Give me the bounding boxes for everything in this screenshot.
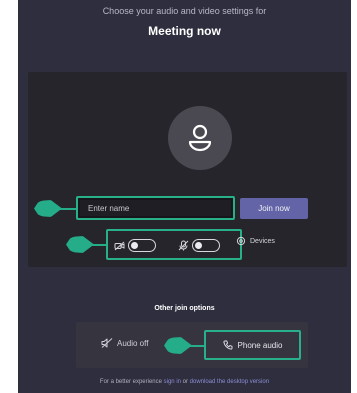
mic-toggle[interactable]	[192, 239, 220, 252]
meeting-title: Meeting now	[148, 24, 221, 38]
gear-icon	[236, 236, 246, 246]
download-link[interactable]: download the desktop version	[190, 379, 269, 385]
pointer-marker-line	[90, 244, 106, 246]
camera-off-icon	[114, 241, 125, 250]
devices-button[interactable]: Devices	[236, 236, 275, 246]
pointer-marker-line	[58, 208, 76, 210]
footer-prefix: For a better experience	[99, 379, 162, 385]
footer-note: For a better experience sign in or downl…	[18, 379, 351, 385]
phone-audio-button[interactable]: Phone audio	[204, 330, 301, 360]
mic-toggle-group	[178, 239, 220, 252]
join-now-button[interactable]: Join now	[240, 198, 308, 219]
camera-toggle-knob	[131, 241, 138, 249]
pointer-marker-line	[188, 345, 204, 347]
camera-toggle-group	[114, 239, 156, 252]
audio-off-button[interactable]: Audio off	[101, 338, 148, 348]
speaker-off-icon	[101, 338, 113, 348]
phone-icon	[222, 340, 232, 350]
person-icon	[188, 124, 212, 152]
audio-off-label: Audio off	[117, 338, 149, 348]
mic-off-icon	[178, 240, 189, 251]
join-screen: Choose your audio and video settings for…	[18, 0, 351, 393]
sign-in-link[interactable]: sign in	[164, 379, 181, 385]
avatar	[168, 106, 232, 170]
other-options-heading: Other join options	[154, 305, 215, 312]
footer-or: or	[182, 379, 188, 385]
name-field-highlight	[76, 196, 235, 220]
devices-label: Devices	[250, 237, 275, 245]
camera-toggle[interactable]	[128, 239, 156, 252]
mic-toggle-knob	[195, 241, 202, 249]
name-input[interactable]	[80, 200, 231, 216]
phone-audio-label: Phone audio	[237, 340, 283, 350]
settings-subtitle: Choose your audio and video settings for	[102, 6, 267, 16]
av-toggles-highlight	[106, 229, 242, 260]
